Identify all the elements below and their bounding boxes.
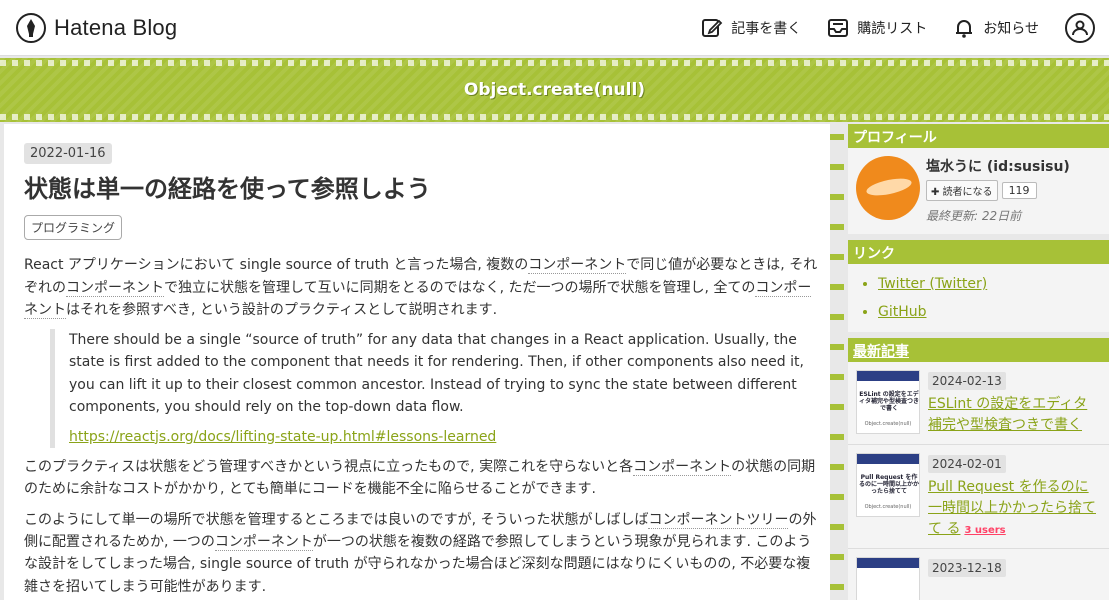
blog-title-link[interactable]: Object.create(null) [464,80,645,100]
keyword-link[interactable]: コンポーネントツリー [648,511,789,529]
paragraph: このプラクティスは状態をどう管理すべきかという視点に立ったもので, 実際これを守… [24,458,816,498]
write-article-label: 記事を書く [731,20,802,37]
entry-thumbnail[interactable] [856,557,920,600]
recent-entries-title[interactable]: 最新記事 [848,338,1109,362]
recent-entry: 2023-12-18 [848,549,1109,600]
profile-module: プロフィール 塩水うに (id:susisu) ✚ 読者になる 119 最終更新… [848,124,1109,234]
entry-thumbnail[interactable]: ESLint の設定をエディタ補完や型検査つきで書く Object.create… [856,370,920,434]
link-twitter[interactable]: Twitter (Twitter) [878,270,1109,298]
blog-title-band: Object.create(null) [0,58,1109,122]
pencil-edit-icon [701,17,723,39]
subscribe-button[interactable]: ✚ 読者になる [926,180,998,201]
recent-entry-link[interactable]: Pull Request を作るのに一時間以上かかったら捨てて る3 users [928,477,1101,540]
global-header: Hatena Blog 記事を書く 購読リスト お知らせ [0,0,1109,56]
keyword-link[interactable]: コンポーネント [528,257,627,275]
keyword-link[interactable]: コンポーネント [66,279,164,297]
hatena-pen-logo-icon [16,12,46,43]
profile-name[interactable]: 塩水うに (id:susisu) [926,156,1070,176]
recent-entry-date: 2024-02-13 [928,372,1006,390]
recent-entry-link[interactable]: ESLint の設定をエディタ補完や型検査つきで書く [928,394,1101,436]
recent-entries-module: 最新記事 ESLint の設定をエディタ補完や型検査つきで書く Object.c… [848,338,1109,600]
entry-thumbnail[interactable]: Pull Request を作るのに一時間以上かかったら捨てて Object.c… [856,453,920,517]
header-nav: 記事を書く 購読リスト お知らせ [701,12,1095,43]
recent-entry-date: 2023-12-18 [928,559,1006,577]
user-avatar-icon[interactable] [1065,12,1095,43]
plus-icon: ✚ [931,187,943,198]
brand-name: Hatena Blog [54,14,178,40]
entry-title[interactable]: 状態は単一の経路を使って参照しよう [24,174,820,205]
reader-count[interactable]: 119 [1001,182,1037,199]
links-module: リンク Twitter (Twitter) GitHub [848,240,1109,332]
inbox-icon [827,17,849,39]
write-article-button[interactable]: 記事を書く [701,17,801,39]
sidebar: プロフィール 塩水うに (id:susisu) ✚ 読者になる 119 最終更新… [848,124,1109,600]
blockquote: There should be a single “source of trut… [50,329,820,448]
bell-icon [953,17,975,39]
quote-source-link[interactable]: https://reactjs.org/docs/lifting-state-u… [69,429,496,445]
link-github[interactable]: GitHub [878,298,1109,326]
reading-list-button[interactable]: 購読リスト [827,17,927,39]
keyword-link[interactable]: コンポーネント [214,534,313,552]
brand-link[interactable]: Hatena Blog [16,12,178,43]
quote-text: There should be a single “source of trut… [69,332,804,415]
links-module-title: リンク [848,240,1109,264]
notifications-button[interactable]: お知らせ [953,17,1039,39]
paragraph: このようにして単一の場所で状態を管理するところまでは良いのですが, そういった状… [24,511,817,595]
profile-module-title: プロフィール [848,124,1109,148]
recent-entry: Pull Request を作るのに一時間以上かかったら捨てて Object.c… [848,445,1109,549]
entry-body: React アプリケーションにおいて single source of trut… [24,254,820,598]
last-updated: 最終更新: 22日前 [926,209,1022,223]
recent-entry-date: 2024-02-01 [928,455,1006,473]
reading-list-label: 購読リスト [857,20,928,37]
category-tag[interactable]: プログラミング [24,215,123,241]
profile-avatar[interactable] [856,156,920,220]
paragraph: React アプリケーションにおいて single source of trut… [24,257,818,319]
bookmark-count-link[interactable]: 3 users [964,525,1005,536]
decorative-edge [830,124,844,600]
recent-entry: ESLint の設定をエディタ補完や型検査つきで書く Object.create… [848,362,1109,445]
article-main: 2022-01-16 状態は単一の経路を使って参照しよう プログラミング Rea… [4,124,840,600]
keyword-link[interactable]: コンポーネント [633,458,732,476]
notifications-label: お知らせ [983,20,1039,37]
entry-date[interactable]: 2022-01-16 [24,143,112,164]
